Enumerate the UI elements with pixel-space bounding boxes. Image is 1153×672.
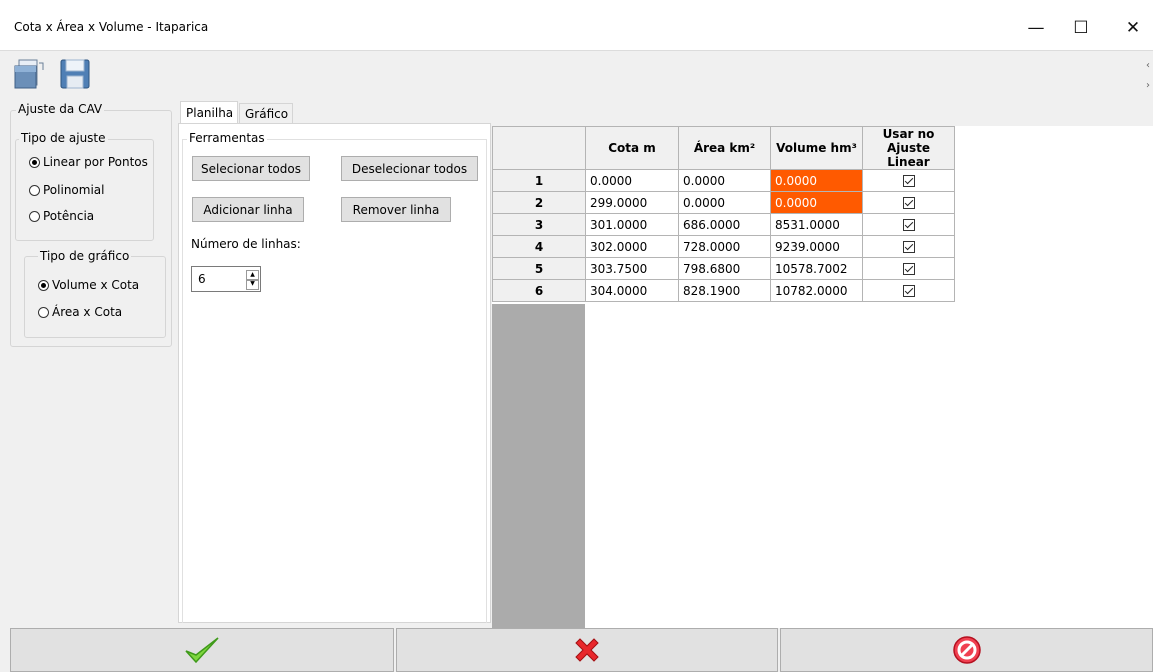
header-usar-line1: Usar no	[882, 127, 935, 141]
checkbox-checked-icon[interactable]	[902, 263, 915, 275]
add-row-button[interactable]: Adicionar linha	[192, 197, 304, 222]
row-count-spinner[interactable]: 6 ▲ ▼	[191, 266, 261, 292]
checkbox-checked-icon[interactable]	[902, 219, 915, 231]
close-button[interactable]: ✕	[1112, 10, 1153, 46]
row-count-value: 6	[198, 272, 206, 286]
ferramentas-title: Ferramentas	[187, 131, 267, 145]
cell-volume[interactable]: 0.0000	[770, 169, 863, 192]
header-volume[interactable]: Volume hm³	[770, 126, 863, 170]
tipo-grafico-title: Tipo de gráfico	[38, 249, 132, 263]
radio-indicator	[29, 184, 40, 196]
cell-volume[interactable]: 10578.7002	[770, 257, 863, 280]
tipo-grafico-group	[24, 256, 166, 338]
cell-usar-checkbox[interactable]	[862, 257, 955, 280]
table-row[interactable]: 5 303.7500 798.6800 10578.7002	[492, 257, 955, 280]
tab-planilha[interactable]: Planilha	[180, 101, 238, 123]
checkbox-checked-icon[interactable]	[902, 241, 915, 253]
open-file-icon[interactable]	[12, 57, 46, 91]
cell-cota[interactable]: 299.0000	[585, 191, 679, 214]
data-table: Cota m Área km² Volume hm³ Usar no Ajust…	[492, 126, 955, 302]
table-row[interactable]: 6 304.0000 828.1900 10782.0000	[492, 279, 955, 302]
cell-volume[interactable]: 0.0000	[770, 191, 863, 214]
remove-row-button[interactable]: Remover linha	[341, 197, 451, 222]
cell-area[interactable]: 728.0000	[678, 235, 771, 258]
svg-text:›: ›	[1146, 80, 1150, 91]
table-row[interactable]: 2 299.0000 0.0000 0.0000	[492, 191, 955, 214]
cell-usar-checkbox[interactable]	[862, 235, 955, 258]
radio-label: Área x Cota	[52, 305, 123, 319]
cell-cota[interactable]: 0.0000	[585, 169, 679, 192]
corner-header	[492, 126, 586, 170]
radio-volume-x-cota[interactable]: Volume x Cota	[38, 278, 139, 292]
cell-usar-checkbox[interactable]	[862, 213, 955, 236]
cell-volume[interactable]: 9239.0000	[770, 235, 863, 258]
spin-down-icon[interactable]: ▼	[246, 279, 259, 290]
maximize-button[interactable]: ☐	[1060, 10, 1102, 46]
ok-check-icon	[185, 637, 219, 664]
select-all-button[interactable]: Selecionar todos	[192, 156, 310, 181]
header-area[interactable]: Área km²	[678, 126, 771, 170]
row-number[interactable]: 1	[492, 169, 586, 192]
tab-grafico[interactable]: Gráfico	[239, 103, 293, 123]
toolbar-overflow: ‹ ›	[1146, 58, 1152, 92]
cell-area[interactable]: 0.0000	[678, 169, 771, 192]
radio-linear-por-pontos[interactable]: Linear por Pontos	[29, 155, 148, 169]
table-row[interactable]: 1 0.0000 0.0000 0.0000	[492, 169, 955, 192]
cell-cota[interactable]: 304.0000	[585, 279, 679, 302]
cell-volume[interactable]: 10782.0000	[770, 279, 863, 302]
cell-usar-checkbox[interactable]	[862, 191, 955, 214]
cancel-x-icon	[575, 638, 599, 662]
minimize-button[interactable]: —	[1015, 10, 1057, 46]
radio-label: Linear por Pontos	[43, 155, 148, 169]
radio-label: Volume x Cota	[52, 278, 140, 292]
cell-area[interactable]: 0.0000	[678, 191, 771, 214]
window-title: Cota x Área x Volume - Itaparica	[14, 20, 209, 34]
cell-cota[interactable]: 303.7500	[585, 257, 679, 280]
row-number[interactable]: 5	[492, 257, 586, 280]
header-usar[interactable]: Usar no Ajuste Linear	[862, 126, 955, 170]
radio-indicator	[38, 306, 49, 318]
radio-indicator	[38, 279, 49, 291]
ok-button[interactable]	[10, 628, 394, 672]
header-usar-line2: Ajuste Linear	[887, 141, 930, 169]
radio-potencia[interactable]: Potência	[29, 209, 94, 223]
tipo-ajuste-title: Tipo de ajuste	[19, 131, 108, 145]
save-icon[interactable]	[58, 57, 92, 91]
radio-polinomial[interactable]: Polinomial	[29, 183, 104, 197]
header-cota[interactable]: Cota m	[585, 126, 679, 170]
radio-label: Polinomial	[43, 183, 105, 197]
table-row[interactable]: 4 302.0000 728.0000 9239.0000	[492, 235, 955, 258]
svg-text:‹: ‹	[1146, 60, 1150, 71]
cell-usar-checkbox[interactable]	[862, 279, 955, 302]
cell-usar-checkbox[interactable]	[862, 169, 955, 192]
ajuste-cav-title: Ajuste da CAV	[16, 102, 105, 116]
cell-cota[interactable]: 302.0000	[585, 235, 679, 258]
row-number[interactable]: 3	[492, 213, 586, 236]
checkbox-checked-icon[interactable]	[902, 285, 915, 297]
cell-area[interactable]: 798.6800	[678, 257, 771, 280]
row-number[interactable]: 6	[492, 279, 586, 302]
cell-volume[interactable]: 8531.0000	[770, 213, 863, 236]
checkbox-checked-icon[interactable]	[902, 175, 915, 187]
radio-label: Potência	[43, 209, 95, 223]
row-number[interactable]: 4	[492, 235, 586, 258]
stop-icon	[952, 636, 981, 664]
stop-button[interactable]	[780, 628, 1153, 672]
cancel-button[interactable]	[396, 628, 778, 672]
table-row[interactable]: 3 301.0000 686.0000 8531.0000	[492, 213, 955, 236]
radio-indicator	[29, 210, 40, 222]
row-count-label: Número de linhas:	[191, 237, 301, 251]
radio-area-x-cota[interactable]: Área x Cota	[38, 305, 122, 319]
cell-cota[interactable]: 301.0000	[585, 213, 679, 236]
deselect-all-button[interactable]: Deselecionar todos	[341, 156, 478, 181]
cell-area[interactable]: 686.0000	[678, 213, 771, 236]
radio-indicator	[29, 156, 40, 168]
row-number[interactable]: 2	[492, 191, 586, 214]
checkbox-checked-icon[interactable]	[902, 197, 915, 209]
cell-area[interactable]: 828.1900	[678, 279, 771, 302]
row-header-gutter	[492, 304, 585, 628]
